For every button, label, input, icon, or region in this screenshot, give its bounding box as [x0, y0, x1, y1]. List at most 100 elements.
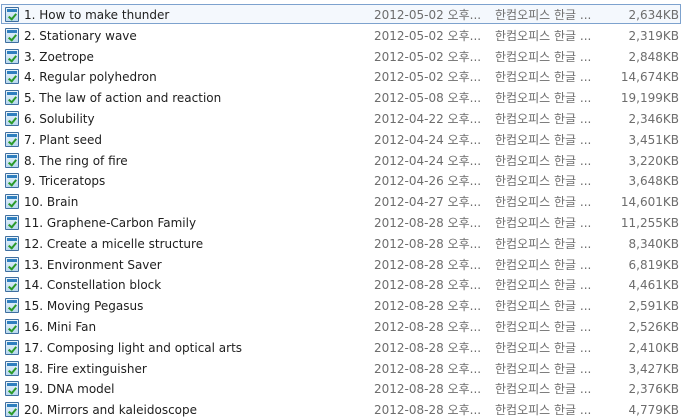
file-date-modified: 2012-05-08 오후... [374, 91, 482, 106]
file-size: 2,526KB [628, 320, 679, 334]
file-type: 한컴오피스 한글 ... [495, 236, 592, 251]
file-type: 한컴오피스 한글 ... [495, 320, 592, 334]
file-size: 6,819KB [628, 257, 679, 272]
hwp-document-icon [5, 360, 19, 376]
file-list: 1. How to make thunder 2012-05-02 오후... 한컴… [0, 0, 683, 420]
hwp-document-icon [5, 235, 19, 251]
file-type: 한컴오피스 한글 ... [495, 278, 592, 293]
file-type: 한컴오피스 한글 ... [495, 28, 592, 43]
file-date-modified: 2012-08-28 오후... [374, 361, 482, 376]
file-name: 18. Fire extinguisher [24, 361, 147, 376]
file-size: 3,451KB [628, 132, 679, 147]
file-date-modified: 2012-04-24 오후... [374, 132, 482, 147]
hwp-document-icon [5, 339, 19, 355]
file-date-modified: 2012-04-24 오후... [374, 153, 482, 168]
file-name: 1. How to make thunder [24, 8, 170, 22]
file-type: 한컴오피스 한글 ... [495, 132, 592, 147]
hwp-document-icon [5, 298, 19, 314]
hwp-document-icon [5, 277, 19, 293]
file-date-modified: 2012-04-27 오후... [374, 195, 482, 210]
file-type: 한컴오피스 한글 ... [495, 49, 592, 64]
file-name: 11. Graphene-Carbon Family [24, 216, 197, 230]
file-date-modified: 2012-05-02 오후... [374, 8, 482, 22]
file-type: 한컴오피스 한글 ... [495, 257, 592, 272]
file-row[interactable]: 7. Plant seed 2012-04-24 오후... 한컴오피스 한글 ..… [1, 129, 681, 149]
file-size: 14,601KB [620, 195, 679, 210]
file-name: 15. Moving Pegasus [24, 299, 144, 314]
file-type: 한컴오피스 한글 ... [495, 70, 592, 85]
file-size: 2,319KB [628, 28, 679, 43]
file-name: 12. Create a micelle structure [24, 236, 204, 251]
file-row[interactable]: 9. Triceratops 2012-04-26 오후... 한컴오피스 한글 .… [1, 170, 681, 190]
hwp-document-icon [5, 173, 19, 189]
hwp-document-icon [5, 215, 19, 230]
file-row[interactable]: 17. Composing light and optical arts 2012… [1, 337, 681, 357]
file-size: 2,848KB [628, 49, 679, 64]
file-row[interactable]: 11. Graphene-Carbon Family 2012-08-28 오후.… [1, 212, 681, 232]
file-size: 2,410KB [628, 340, 679, 355]
file-date-modified: 2012-05-02 오후... [374, 49, 482, 64]
file-type: 한컴오피스 한글 ... [495, 8, 592, 22]
file-size: 14,674KB [620, 70, 679, 85]
file-date-modified: 2012-08-28 오후... [374, 403, 482, 418]
file-name: 3. Zoetrope [24, 49, 94, 64]
file-size: 2,376KB [628, 382, 679, 397]
hwp-document-icon [5, 319, 19, 334]
file-row[interactable]: 15. Moving Pegasus 2012-08-28 오후... 한컴오피스 … [1, 295, 681, 315]
file-row[interactable]: 4. Regular polyhedron 2012-05-02 오후... 한컴오… [1, 66, 681, 86]
file-date-modified: 2012-08-28 오후... [374, 382, 482, 397]
hwp-document-icon [5, 7, 19, 22]
file-name: 20. Mirrors and kaleidoscope [24, 403, 198, 418]
file-size: 2,634KB [628, 8, 679, 22]
file-row[interactable]: 14. Constellation block 2012-08-28 오후... 한… [1, 274, 681, 294]
hwp-document-icon [5, 111, 19, 126]
file-name: 19. DNA model [24, 382, 115, 397]
file-name: 17. Composing light and optical arts [24, 340, 243, 355]
file-name: 6. Solubility [24, 112, 95, 126]
file-type: 한컴오피스 한글 ... [495, 153, 592, 168]
file-row[interactable]: 8. The ring of fire 2012-04-24 오후... 한컴오피스… [1, 150, 681, 170]
file-row[interactable]: 3. Zoetrope 2012-05-02 오후... 한컴오피스 한글 ... 2… [1, 46, 681, 66]
file-row[interactable]: 19. DNA model 2012-08-28 오후... 한컴오피스 한글 ..… [1, 378, 681, 398]
hwp-document-icon [5, 48, 19, 64]
file-type: 한컴오피스 한글 ... [495, 361, 592, 376]
file-type: 한컴오피스 한글 ... [495, 91, 592, 106]
file-date-modified: 2012-05-02 오후... [374, 70, 482, 85]
file-row[interactable]: 5. The law of action and reaction 2012-05… [1, 87, 681, 107]
file-type: 한컴오피스 한글 ... [495, 340, 592, 355]
file-row[interactable]: 12. Create a micelle structure 2012-08-28… [1, 233, 681, 253]
file-row[interactable]: 1. How to make thunder 2012-05-02 오후... 한컴… [1, 4, 681, 24]
file-name: 7. Plant seed [24, 132, 102, 147]
file-row[interactable]: 10. Brain 2012-04-27 오후... 한컴오피스 한글 ... 14,… [1, 191, 681, 211]
file-date-modified: 2012-08-28 오후... [374, 299, 482, 314]
file-row[interactable]: 20. Mirrors and kaleidoscope 2012-08-28 오… [1, 399, 681, 419]
file-row[interactable]: 2. Stationary wave 2012-05-02 오후... 한컴오피스 … [1, 25, 681, 45]
file-type: 한컴오피스 한글 ... [495, 382, 592, 397]
file-row[interactable]: 6. Solubility 2012-04-22 오후... 한컴오피스 한글 ..… [1, 108, 681, 128]
hwp-document-icon [5, 69, 19, 85]
file-type: 한컴오피스 한글 ... [495, 112, 592, 126]
file-size: 2,346KB [628, 112, 679, 126]
file-date-modified: 2012-08-28 오후... [374, 340, 482, 355]
file-type: 한컴오피스 한글 ... [495, 403, 592, 418]
file-row[interactable]: 16. Mini Fan 2012-08-28 오후... 한컴오피스 한글 ...… [1, 316, 681, 336]
hwp-document-icon [5, 402, 19, 418]
file-size: 19,199KB [620, 91, 679, 106]
hwp-document-icon [5, 90, 19, 106]
file-date-modified: 2012-08-28 오후... [374, 236, 482, 251]
file-date-modified: 2012-04-26 오후... [374, 174, 482, 189]
hwp-document-icon [5, 256, 19, 272]
file-row[interactable]: 18. Fire extinguisher 2012-08-28 오후... 한컴오… [1, 358, 681, 378]
file-date-modified: 2012-08-28 오후... [374, 257, 482, 272]
file-name: 9. Triceratops [24, 174, 106, 189]
hwp-document-icon [5, 27, 19, 43]
file-name: 4. Regular polyhedron [24, 70, 157, 85]
file-name: 8. The ring of fire [24, 153, 128, 168]
file-row[interactable]: 13. Environment Saver 2012-08-28 오후... 한컴오… [1, 254, 681, 274]
file-name: 14. Constellation block [24, 278, 162, 293]
file-type: 한컴오피스 한글 ... [495, 174, 592, 189]
file-type: 한컴오피스 한글 ... [495, 299, 592, 314]
file-date-modified: 2012-04-22 오후... [374, 112, 482, 126]
file-size: 3,427KB [628, 361, 679, 376]
file-name: 13. Environment Saver [24, 257, 162, 272]
